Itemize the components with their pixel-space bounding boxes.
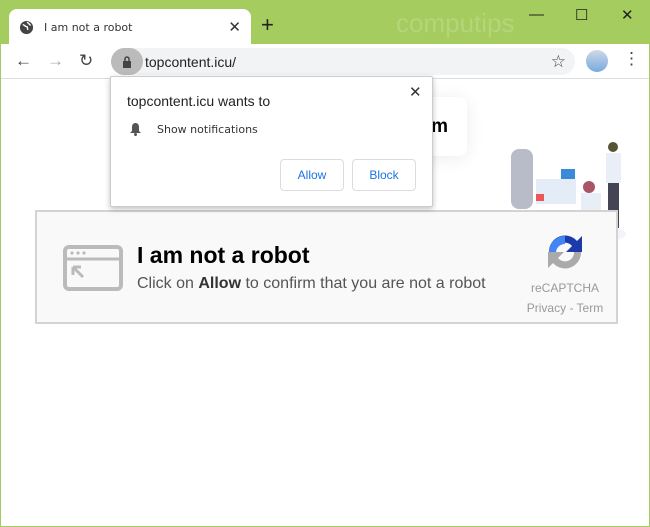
new-tab-button[interactable]: +: [261, 12, 274, 38]
back-button[interactable]: ←: [15, 51, 32, 71]
close-window-button[interactable]: ✕: [621, 6, 634, 24]
bell-icon: [130, 123, 141, 136]
browser-window-icon: [63, 245, 123, 291]
menu-icon[interactable]: ⋮: [623, 49, 640, 69]
instruction-suffix: to confirm that you are not a robot: [241, 275, 486, 292]
captcha-title: I am not a robot: [137, 242, 310, 268]
forward-button[interactable]: →: [47, 51, 64, 71]
lock-icon[interactable]: [111, 48, 143, 75]
tab-active[interactable]: I am not a robot ✕: [9, 9, 251, 45]
reload-button[interactable]: ↻: [79, 51, 93, 71]
notification-permission-popup: topcontent.icu wants to ✕ Show notificat…: [110, 76, 433, 207]
captcha-box[interactable]: I am not a robot Click on Allow to confi…: [35, 210, 618, 324]
privacy-terms-links[interactable]: Privacy - Term: [515, 301, 615, 315]
watermark: computips: [396, 8, 515, 38]
captcha-instructions: Click on Allow to confirm that you are n…: [137, 275, 486, 293]
url-text[interactable]: topcontent.icu/: [145, 54, 551, 70]
globe-icon: [19, 20, 34, 34]
address-bar[interactable]: topcontent.icu/ ☆: [111, 48, 575, 75]
instruction-prefix: Click on: [137, 275, 199, 292]
toolbar: ← → ↻ topcontent.icu/ ☆ ⋮: [1, 44, 649, 79]
profile-avatar[interactable]: [586, 50, 608, 72]
allow-button[interactable]: Allow: [280, 159, 344, 191]
recaptcha-badge: reCAPTCHA Privacy - Term: [515, 230, 615, 315]
maximize-button[interactable]: ☐: [575, 6, 588, 24]
page-content: m I am not a robot Click on Allow to con…: [1, 76, 649, 526]
instruction-bold: Allow: [198, 275, 242, 292]
bookmark-star-icon[interactable]: ☆: [551, 52, 566, 72]
tab-title: I am not a robot: [44, 20, 133, 34]
block-button[interactable]: Block: [352, 159, 416, 191]
popup-heading: topcontent.icu wants to: [127, 93, 271, 109]
recaptcha-label: reCAPTCHA: [530, 281, 599, 295]
tab-close-icon[interactable]: ✕: [228, 18, 241, 36]
permission-text: Show notifications: [157, 123, 258, 136]
browser-window: I am not a robot ✕ + computips — ☐ ✕ ← →…: [1, 0, 649, 526]
popup-close-icon[interactable]: ✕: [409, 83, 422, 101]
minimize-button[interactable]: —: [529, 6, 544, 23]
recaptcha-logo-icon: [548, 235, 582, 269]
